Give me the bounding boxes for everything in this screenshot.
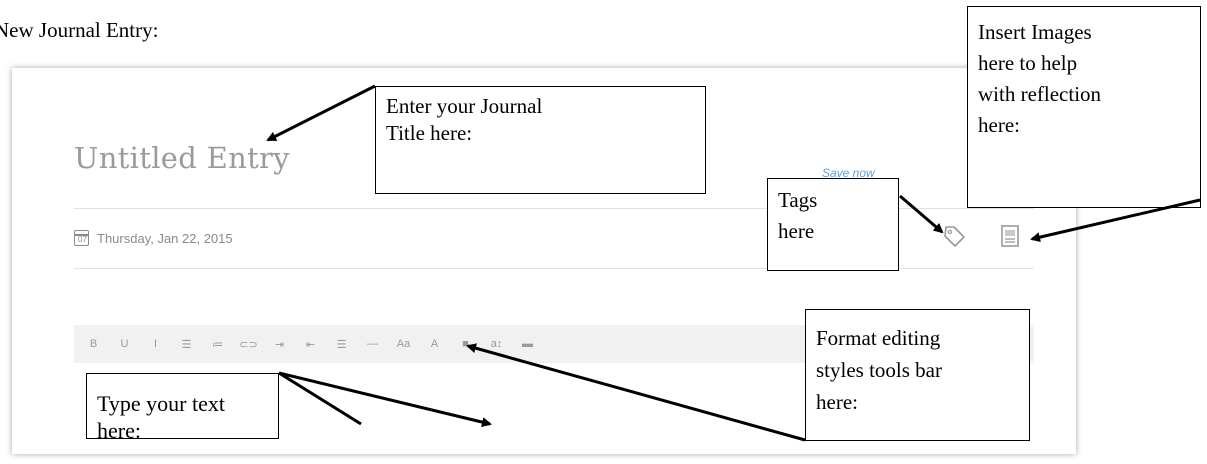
arrow-format: [466, 343, 806, 442]
annotation-arrows: [266, 84, 1201, 442]
arrow-insert-images: [1030, 198, 1201, 243]
arrow-title: [266, 84, 376, 142]
arrow-type-text: [278, 371, 492, 427]
arrow-tags: [899, 194, 944, 234]
